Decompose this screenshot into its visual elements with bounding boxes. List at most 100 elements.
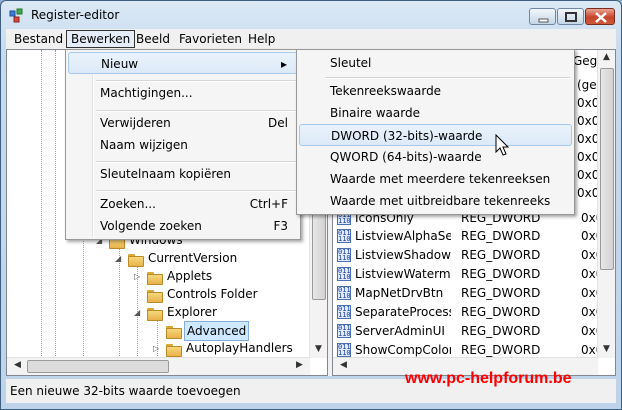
value-name: ServerAdminUI xyxy=(355,324,445,338)
value-type: REG_DWORD xyxy=(461,248,541,262)
value-type: REG_DWORD xyxy=(461,229,541,243)
menu-item-label: Naam wijzigen xyxy=(100,138,188,152)
menu-item-label: Zoeken... xyxy=(100,197,156,211)
menu-item-volgende-zoeken[interactable]: Volgende zoeken F3 xyxy=(68,215,298,237)
menu-item-label: QWORD (64-bits)-waarde xyxy=(330,150,482,164)
menu-item-sleutelnaam-kopieren[interactable]: Sleutelnaam kopiëren xyxy=(68,163,298,185)
close-button[interactable] xyxy=(585,8,615,25)
menu-item-label: Binaire waarde xyxy=(330,106,420,120)
window-title: Register-editor xyxy=(31,8,120,22)
menu-item-label: DWORD (32-bits)-waarde xyxy=(331,129,483,143)
menu-item-zoeken[interactable]: Zoeken... Ctrl+F xyxy=(68,193,298,215)
menu-item-machtigingen[interactable]: Machtigingen... xyxy=(68,82,298,104)
menu-item-label: Waarde met meerdere tekenreeksen xyxy=(330,172,551,186)
folder-icon xyxy=(147,272,163,285)
scroll-down-icon[interactable]: ▼ xyxy=(310,344,327,354)
value-name: ListviewAlphaSe... xyxy=(355,229,451,243)
mouse-cursor-icon xyxy=(495,134,510,156)
scroll-up-icon[interactable]: ▲ xyxy=(598,52,615,62)
menu-separator xyxy=(96,190,296,192)
folder-icon xyxy=(128,254,144,267)
menu-item-shortcut: Del xyxy=(268,116,288,130)
scroll-right-icon[interactable]: ▶ xyxy=(291,360,308,370)
tree-item-label: Applets xyxy=(167,269,213,283)
submenu-item-sleutel[interactable]: Sleutel xyxy=(299,52,572,74)
minimize-icon xyxy=(538,18,549,23)
value-type: REG_DWORD xyxy=(461,324,541,338)
menu-beeld[interactable]: Beeld xyxy=(132,31,174,47)
submenu-item-qword[interactable]: QWORD (64-bits)-waarde xyxy=(299,146,572,168)
value-name: ListviewShadow xyxy=(355,248,451,262)
tree-horizontal-scrollbar[interactable]: ◀ ▶ xyxy=(7,357,310,375)
folder-icon xyxy=(166,344,182,357)
collapse-icon[interactable]: ◢ xyxy=(134,308,140,317)
value-row[interactable]: 011110 ListviewAlphaSe... REG_DWORD 0x00 xyxy=(337,227,611,245)
menu-item-label: Sleutel xyxy=(330,56,372,70)
dword-value-icon: 011 110 xyxy=(337,305,351,319)
value-row[interactable]: 011 110 MapNetDrvBtn REG_DWORD 0x00 xyxy=(337,284,611,302)
menu-bar: Bestand Bewerken Beeld Favorieten Help xyxy=(6,29,616,49)
menu-help[interactable]: Help xyxy=(244,31,279,47)
values-vertical-scrollbar[interactable]: ▲ ▼ xyxy=(597,50,615,358)
value-row[interactable]: 011 110 SeparateProcess REG_DWORD 0x00 xyxy=(337,303,611,321)
minimize-button[interactable] xyxy=(529,8,556,25)
tree-item-label: Controls Folder xyxy=(167,287,258,301)
dword-value-icon: 011 110 xyxy=(337,286,351,300)
value-type: REG_DWORD xyxy=(461,305,541,319)
folder-icon xyxy=(147,290,163,303)
submenu-item-multi-string[interactable]: Waarde met meerdere tekenreeksen xyxy=(299,168,572,190)
scroll-left-icon[interactable]: ◀ xyxy=(335,360,352,370)
menu-favorieten[interactable]: Favorieten xyxy=(175,31,246,47)
submenu-item-binaire-waarde[interactable]: Binaire waarde xyxy=(299,102,572,124)
menu-bestand[interactable]: Bestand xyxy=(10,31,67,47)
tree-line xyxy=(55,50,57,358)
submenu-item-expandable-string[interactable]: Waarde met uitbreidbare tekenreeks xyxy=(299,190,572,212)
expand-icon[interactable]: ▷ xyxy=(153,344,159,353)
registry-editor-icon xyxy=(9,8,23,23)
maximize-button[interactable] xyxy=(557,8,584,25)
collapse-icon[interactable]: ◢ xyxy=(115,254,121,263)
close-icon xyxy=(595,12,607,23)
open-folder-icon xyxy=(166,326,182,339)
menu-item-label: Nieuw xyxy=(101,57,139,71)
scroll-thumb[interactable] xyxy=(27,360,169,373)
dword-value-icon: 011 110 xyxy=(337,229,351,243)
menu-item-label: Sleutelnaam kopiëren xyxy=(100,167,232,181)
registry-editor-window: Register-editor Bestand Bewerken Beeld F… xyxy=(0,0,622,410)
value-type: REG_DWORD xyxy=(461,286,541,300)
menu-item-verwijderen[interactable]: Verwijderen Del xyxy=(68,112,298,134)
menu-separator xyxy=(325,77,570,79)
menu-item-label: Machtigingen... xyxy=(100,86,193,100)
value-name: ListviewWaterm... xyxy=(355,267,451,281)
submenu-item-tekenreekswaarde[interactable]: Tekenreekswaarde xyxy=(299,80,572,102)
menu-item-label: Tekenreekswaarde xyxy=(330,84,442,98)
value-row[interactable]: 011 110 ListviewShadow REG_DWORD 0x00 xyxy=(337,246,611,264)
menu-item-label: Waarde met uitbreidbare tekenreeks xyxy=(330,194,551,208)
menu-item-nieuw[interactable]: Nieuw ▸ xyxy=(68,52,298,74)
submenu-item-dword[interactable]: DWORD (32-bits)-waarde xyxy=(299,124,572,146)
value-name: SeparateProcess xyxy=(355,305,451,319)
status-text: Een nieuwe 32-bits waarde toevoegen xyxy=(10,384,241,398)
scroll-thumb[interactable] xyxy=(600,68,614,270)
maximize-icon xyxy=(565,12,577,22)
title-bar[interactable]: Register-editor xyxy=(1,1,621,29)
expand-icon[interactable]: ▷ xyxy=(134,272,140,281)
tree-item-label: Explorer xyxy=(167,305,217,319)
submenu-arrow-icon: ▸ xyxy=(280,57,287,71)
menu-bewerken[interactable]: Bewerken xyxy=(66,30,136,48)
value-name: MapNetDrvBtn xyxy=(355,286,444,300)
scroll-down-icon[interactable]: ▼ xyxy=(598,344,615,354)
folder-icon xyxy=(147,308,163,321)
column-header-data[interactable]: Geg xyxy=(573,54,597,68)
dword-value-icon: 011 110 xyxy=(337,324,351,338)
menu-item-label: Verwijderen xyxy=(100,116,171,130)
value-type: REG_DWORD xyxy=(461,267,541,281)
value-row[interactable]: 011 110 ServerAdminUI REG_DWORD 0x00 xyxy=(337,322,611,340)
edit-menu-dropdown: Nieuw ▸ Machtigingen... Verwijderen Del … xyxy=(65,49,301,240)
menu-item-label: Volgende zoeken xyxy=(100,219,202,233)
tree-item-label: Advanced xyxy=(184,321,250,341)
new-submenu: Sleutel Tekenreekswaarde Binaire waarde … xyxy=(296,49,575,215)
value-row[interactable]: 011110 ListviewWaterm... REG_DWORD 0x00 xyxy=(337,265,611,283)
scroll-left-icon[interactable]: ◀ xyxy=(9,360,26,370)
menu-item-naam-wijzigen[interactable]: Naam wijzigen xyxy=(68,134,298,156)
